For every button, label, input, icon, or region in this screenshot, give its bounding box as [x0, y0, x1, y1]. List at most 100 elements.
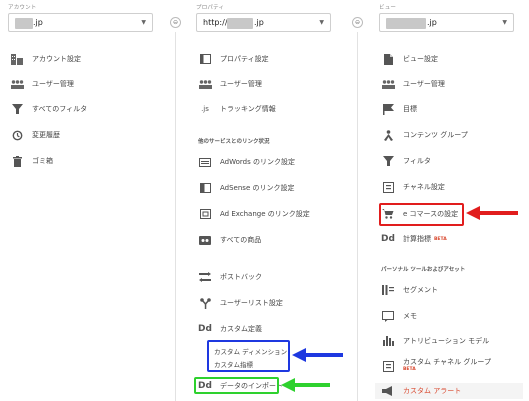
account-user-management-item[interactable]: ユーザー管理 [10, 76, 74, 92]
red-arrow-icon [466, 206, 518, 220]
green-arrow-icon [281, 378, 330, 392]
view-selector[interactable]: .jp ▼ [379, 13, 514, 32]
js-icon: .js [198, 103, 212, 115]
chevron-down-icon: ▼ [319, 19, 324, 26]
all-products-item[interactable]: すべての商品 [198, 232, 261, 248]
calculated-metrics-item[interactable]: Dd 計算指標 BETA [381, 231, 447, 247]
goals-item[interactable]: 目標 [381, 101, 417, 117]
postback-icon [198, 271, 212, 283]
calculated-metrics-label: 計算指標 [403, 235, 431, 243]
postback-item[interactable]: ポストバック [198, 269, 262, 285]
trash-label: ゴミ箱 [32, 157, 53, 165]
notes-label: メモ [403, 312, 417, 320]
account-settings-label: アカウント設定 [32, 55, 81, 63]
view-filters-label: フィルタ [403, 157, 431, 165]
custom-channel-groups-label: カスタム チャネル グループ [403, 358, 491, 366]
dd-icon: Dd [381, 234, 395, 244]
segments-label: セグメント [403, 286, 438, 294]
building-icon [10, 53, 24, 65]
property-selector[interactable]: http:// .jp ▼ [196, 13, 331, 32]
postback-label: ポストバック [220, 273, 262, 281]
account-label: アカウント [8, 5, 37, 11]
redacted-account-name [15, 18, 33, 29]
change-history-label: 変更履歴 [32, 131, 60, 139]
channel-group-icon [381, 360, 395, 372]
adwords-link-label: AdWords のリンク設定 [220, 158, 295, 166]
view-label: ビュー [379, 5, 397, 11]
redacted-view-name [386, 18, 426, 29]
adsense-link-label: AdSense のリンク設定 [220, 184, 295, 192]
filter-icon [381, 155, 395, 167]
view-settings-label: ビュー設定 [403, 55, 438, 63]
link-circle-icon: ⊖ [170, 17, 181, 28]
products-icon [198, 234, 212, 246]
all-filters-label: すべてのフィルタ [32, 105, 88, 113]
adwords-icon [198, 156, 212, 168]
person-icon [381, 129, 395, 141]
segments-item[interactable]: セグメント [381, 282, 438, 298]
custom-alerts-label: カスタム アラート [403, 387, 462, 395]
property-user-management-item[interactable]: ユーザー管理 [198, 76, 262, 92]
chevron-down-icon: ▼ [141, 19, 146, 26]
blue-arrow-icon [292, 348, 343, 362]
channel-settings-item[interactable]: チャネル設定 [381, 179, 445, 195]
adexchange-link-item[interactable]: Ad Exchange のリンク設定 [198, 206, 310, 222]
property-url-prefix: http:// [203, 18, 228, 27]
channel-settings-label: チャネル設定 [403, 183, 445, 191]
property-user-management-label: ユーザー管理 [220, 80, 262, 88]
view-column: ビュー .jp ▼ ビュー設定 ユーザー管理 目標 コンテンツ グループ フィル… [371, 0, 529, 401]
adsense-link-item[interactable]: AdSense のリンク設定 [198, 180, 294, 196]
account-settings-item[interactable]: アカウント設定 [10, 51, 81, 67]
tracking-info-item[interactable]: .js トラッキング情報 [198, 101, 276, 117]
flag-icon [381, 103, 395, 115]
goals-label: 目標 [403, 105, 417, 113]
content-groups-label: コンテンツ グループ [403, 131, 468, 139]
view-settings-item[interactable]: ビュー設定 [381, 51, 438, 67]
all-filters-item[interactable]: すべてのフィルタ [10, 101, 87, 117]
redacted-property-name [227, 18, 253, 29]
view-filters-item[interactable]: フィルタ [381, 153, 431, 169]
tracking-info-label: トラッキング情報 [220, 105, 276, 113]
adsense-icon [198, 182, 212, 194]
account-selector[interactable]: .jp ▼ [8, 13, 153, 32]
property-settings-item[interactable]: プロパティ設定 [198, 51, 269, 67]
attribution-models-item[interactable]: アトリビューション モデル [381, 333, 489, 349]
custom-definitions-item[interactable]: Dd カスタム定義 [198, 321, 262, 337]
link-circle-icon: ⊖ [352, 17, 363, 28]
beta-badge: BETA [403, 367, 416, 372]
js-icon-text: .js [201, 105, 209, 113]
all-products-label: すべての商品 [220, 236, 262, 244]
column-divider [175, 32, 176, 401]
content-groups-item[interactable]: コンテンツ グループ [381, 127, 468, 143]
trash-item[interactable]: ゴミ箱 [10, 153, 53, 169]
account-selected-value: .jp [33, 18, 43, 27]
account-column: アカウント .jp ▼ アカウント設定 ユーザー管理 すべてのフィルタ 変更履歴… [0, 0, 170, 401]
custom-alerts-item[interactable]: カスタム アラート [375, 383, 523, 399]
property-selected-value: .jp [254, 18, 264, 27]
adexchange-icon [198, 208, 212, 220]
users-icon [381, 78, 395, 90]
segment-icon [381, 284, 395, 296]
red-highlight-box [379, 203, 464, 226]
users-icon [10, 78, 24, 90]
window-icon [198, 53, 212, 65]
attribution-models-label: アトリビューション モデル [403, 337, 490, 345]
megaphone-icon [381, 385, 395, 397]
dd-icon: Dd [198, 324, 212, 334]
change-history-item[interactable]: 変更履歴 [10, 127, 60, 143]
channel-icon [381, 181, 395, 193]
trash-icon [10, 155, 24, 167]
notes-item[interactable]: メモ [381, 308, 417, 324]
userlist-icon [198, 297, 212, 309]
custom-channel-groups-item[interactable]: カスタム チャネル グループ BETA [381, 356, 491, 376]
adwords-link-item[interactable]: AdWords のリンク設定 [198, 154, 295, 170]
custom-definitions-label: カスタム定義 [220, 325, 262, 333]
personal-tools-heading: パーソナル ツールおよびアセット [381, 267, 466, 273]
linked-services-heading: 他のサービスとのリンク状況 [198, 139, 270, 145]
userlist-settings-item[interactable]: ユーザーリスト設定 [198, 295, 283, 311]
view-selected-value: .jp [427, 18, 437, 27]
blue-highlight-box [207, 340, 290, 372]
userlist-settings-label: ユーザーリスト設定 [220, 299, 283, 307]
view-user-management-item[interactable]: ユーザー管理 [381, 76, 445, 92]
history-icon [10, 129, 24, 141]
